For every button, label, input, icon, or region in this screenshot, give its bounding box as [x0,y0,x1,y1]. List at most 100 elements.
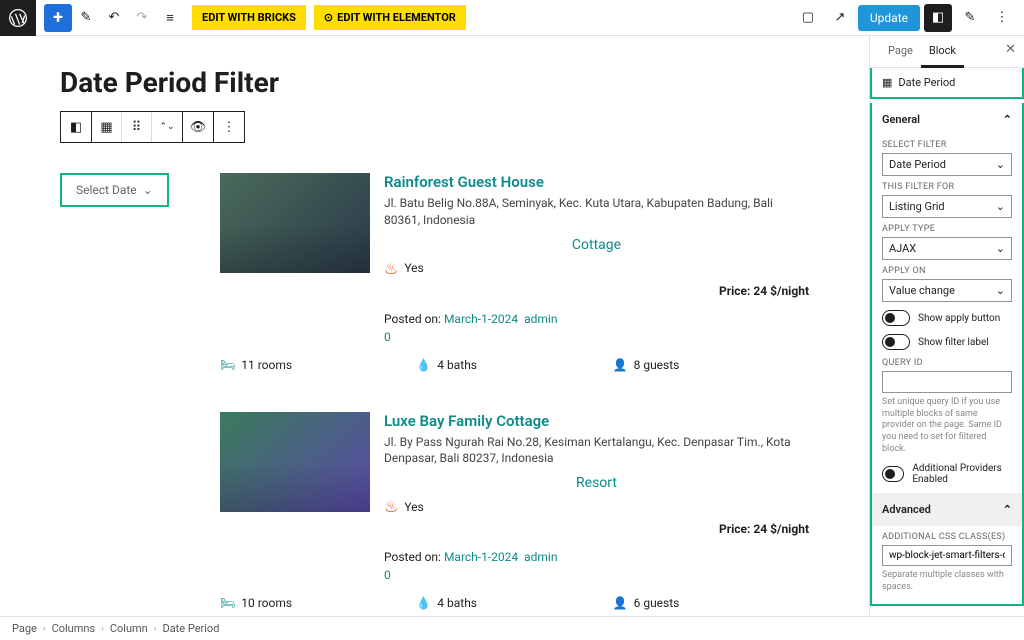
author-link[interactable]: admin [524,312,557,326]
desktop-view-icon[interactable]: ▢ [794,4,822,32]
crumb[interactable]: Columns [52,622,96,635]
rooms-count: 🛏10 rooms [220,596,416,610]
css-help: Separate multiple classes with spaces. [882,570,1012,593]
chevron-down-icon: ⌄ [996,158,1005,171]
show-label-toggle[interactable] [882,334,910,350]
listing-price: Price: 24 $/night [384,522,809,536]
settings-sidebar: Page Block ✕ ▦ Date Period General⌃ SELE… [869,36,1024,616]
wordpress-logo[interactable] [0,0,36,36]
show-apply-toggle[interactable] [882,310,910,326]
providers-label: Additional Providers Enabled [912,463,1012,485]
crumb[interactable]: Page [12,622,37,635]
crumb[interactable]: Column [110,622,148,635]
apply-on-dropdown[interactable]: Value change⌄ [882,279,1012,302]
edit-icon[interactable]: ✎ [72,0,100,36]
listing-title-link[interactable]: Luxe Bay Family Cottage [384,412,809,430]
close-sidebar-icon[interactable]: ✕ [1005,42,1016,57]
arrows-icon[interactable]: ⌃⌄ [152,112,182,142]
section-general[interactable]: General⌃ [882,103,1012,134]
listing-item: Luxe Bay Family Cottage Jl. By Pass Ngur… [220,412,809,611]
chevron-up-icon: ⌃ [1003,503,1012,516]
label-select-filter: SELECT FILTER [882,140,1012,150]
posted-date-link[interactable]: March-1-2024 [444,550,518,564]
undo-icon[interactable]: ↶ [100,0,128,36]
listing-price: Price: 24 $/night [384,284,809,298]
top-toolbar: + ✎ ↶ ↷ ≡ EDIT WITH BRICKS ⊙EDIT WITH EL… [0,0,1024,36]
settings-panel-toggle[interactable]: ◧ [924,4,952,32]
block-toolbar: ◧ ▦ ⠿ ⌃⌄ 👁 ⋮ [60,111,245,143]
calendar-icon: ▦ [882,76,892,89]
edit-elementor-button[interactable]: ⊙EDIT WITH ELEMENTOR [314,5,466,30]
page-title[interactable]: Date Period Filter [60,66,809,99]
editor-canvas: Date Period Filter ◧ ▦ ⠿ ⌃⌄ 👁 ⋮ Select D… [0,36,869,616]
block-more-icon[interactable]: ⋮ [214,112,244,142]
block-identity: ▦ Date Period [870,68,1024,99]
listing-address: Jl. By Pass Ngurah Rai No.28, Kesiman Ke… [384,434,809,468]
listing-type: Resort [384,475,809,491]
guests-count: 👤6 guests [613,596,809,610]
bed-icon: 🛏 [220,596,235,610]
listing-title-link[interactable]: Rainforest Guest House [384,173,809,191]
author-link[interactable]: admin [524,550,557,564]
section-advanced[interactable]: Advanced⌃ [872,493,1022,526]
person-icon: 👤 [613,596,628,610]
query-id-input[interactable] [882,371,1012,393]
baths-count: 💧4 baths [416,358,612,372]
chevron-down-icon: ⌄ [996,284,1005,297]
bath-icon: 💧 [416,596,431,610]
date-period-filter-block[interactable]: Select Date⌄ [60,173,169,207]
listing-thumbnail[interactable] [220,412,370,512]
tab-block[interactable]: Block [921,36,964,68]
filter-for-dropdown[interactable]: Listing Grid⌄ [882,195,1012,218]
edit-bricks-button[interactable]: EDIT WITH BRICKS [192,5,306,30]
person-icon: 👤 [613,358,628,372]
apply-type-dropdown[interactable]: AJAX⌄ [882,237,1012,260]
comment-count: 0 [384,568,809,582]
label-apply-on: APPLY ON [882,266,1012,276]
flame-icon: ♨ [384,497,398,516]
query-id-help: Set unique query ID if you use multiple … [882,397,1012,455]
styles-icon[interactable]: ✎ [956,4,984,32]
select-filter-dropdown[interactable]: Date Period⌄ [882,153,1012,176]
crumb[interactable]: Date Period [162,622,219,635]
redo-icon[interactable]: ↷ [128,0,156,36]
drag-handle-icon[interactable]: ▦ [92,112,122,142]
chevron-down-icon: ⌄ [143,183,153,197]
posted-meta: Posted on: March-1-2024 admin [384,550,809,564]
listing-type: Cottage [384,237,809,253]
hot-value: Yes [404,261,423,275]
add-block-button[interactable]: + [44,4,72,32]
label-query-id: QUERY ID [882,358,1012,368]
bed-icon: 🛏 [220,358,235,372]
chevron-down-icon: ⌄ [996,242,1005,255]
hot-value: Yes [404,500,423,514]
list-view-icon[interactable]: ≡ [156,0,184,36]
listing-thumbnail[interactable] [220,173,370,273]
chevron-down-icon: ⌄ [996,200,1005,213]
baths-count: 💧4 baths [416,596,612,610]
label-css-classes: ADDITIONAL CSS CLASS(ES) [882,532,1012,542]
guests-count: 👤8 guests [613,358,809,372]
css-classes-input[interactable] [882,545,1012,566]
more-menu-icon[interactable]: ⋮ [988,4,1016,32]
breadcrumb: Page› Columns› Column› Date Period [0,616,1024,640]
posted-meta: Posted on: March-1-2024 admin [384,312,809,326]
show-label-label: Show filter label [918,337,989,348]
chevron-up-icon: ⌃ [1003,113,1012,126]
update-button[interactable]: Update [858,5,920,31]
bath-icon: 💧 [416,358,431,372]
posted-date-link[interactable]: March-1-2024 [444,312,518,326]
tab-page[interactable]: Page [880,36,921,67]
rooms-count: 🛏11 rooms [220,358,416,372]
label-filter-for: THIS FILTER FOR [882,182,1012,192]
listing-address: Jl. Batu Belig No.88A, Seminyak, Kec. Ku… [384,195,809,229]
show-apply-label: Show apply button [918,313,1000,324]
comment-count: 0 [384,330,809,344]
block-type-icon[interactable]: ◧ [61,112,91,142]
move-icon[interactable]: ⠿ [122,112,152,142]
listing-item: Rainforest Guest House Jl. Batu Belig No… [220,173,809,372]
external-link-icon[interactable]: ↗ [826,4,854,32]
providers-toggle[interactable] [882,466,904,482]
flame-icon: ♨ [384,259,398,278]
preview-icon[interactable]: 👁 [183,112,213,142]
